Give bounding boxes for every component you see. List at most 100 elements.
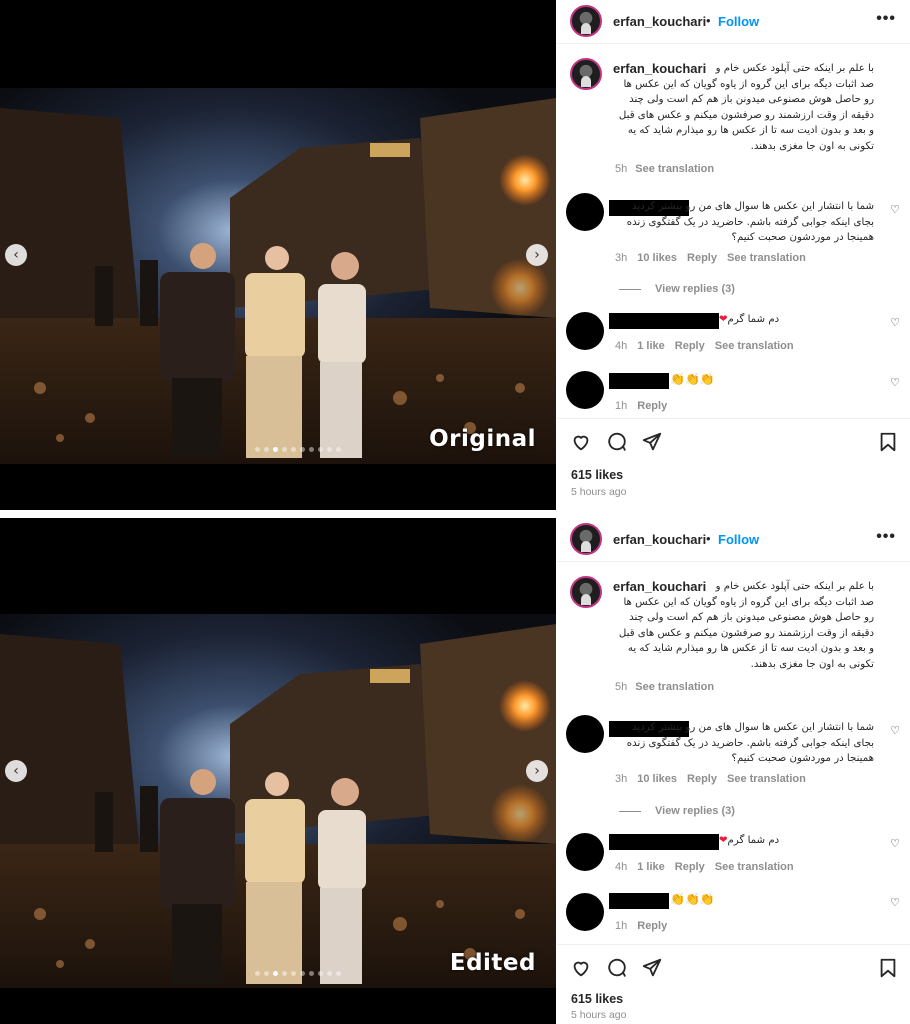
avatar[interactable] <box>566 715 604 753</box>
follow-button[interactable]: Follow <box>718 14 759 29</box>
post-actions <box>557 418 910 462</box>
comment-like-icon[interactable]: ♡ <box>890 724 900 737</box>
comment-meta: 1h Reply <box>615 920 677 932</box>
comment-time: 1h <box>615 400 628 412</box>
caption-meta: 5h See translation <box>615 681 714 693</box>
comment-likes[interactable]: 1 like <box>637 861 665 873</box>
avatar[interactable] <box>566 371 604 409</box>
post-original: Original ‹ › erfan_kouchari • Follow •••… <box>0 0 910 510</box>
avatar[interactable] <box>570 58 602 90</box>
comment-text: ❤دم شما گرم <box>719 312 779 328</box>
carousel-dot[interactable] <box>291 447 296 452</box>
carousel-dot[interactable] <box>282 971 287 976</box>
reply-button[interactable]: Reply <box>637 400 667 412</box>
carousel-dot[interactable] <box>273 971 278 976</box>
carousel-dot[interactable] <box>255 971 260 976</box>
see-translation-link[interactable]: See translation <box>715 861 794 873</box>
chevron-right-icon[interactable]: › <box>526 244 548 266</box>
caption-meta: 5h See translation <box>615 163 714 175</box>
caption-text: erfan_kouchari با علم بر اینکه حتی آپلود … <box>613 579 874 679</box>
post-panel: erfan_kouchari • Follow ••• erfan_koucha… <box>557 518 910 1024</box>
see-translation-link[interactable]: See translation <box>715 340 794 352</box>
redacted-username <box>609 313 719 329</box>
comment-likes[interactable]: 1 like <box>637 340 665 352</box>
comment-like-icon[interactable]: ♡ <box>890 203 900 216</box>
carousel-dot[interactable] <box>264 447 269 452</box>
comment-meta: 1h Reply <box>615 400 677 412</box>
carousel-dot[interactable] <box>318 447 323 452</box>
avatar[interactable] <box>566 193 604 231</box>
likes-count[interactable]: 615 likes <box>571 992 623 1006</box>
image-watermark-label: Original <box>429 426 536 452</box>
comment-time: 4h <box>615 861 628 873</box>
see-translation-link[interactable]: See translation <box>727 252 806 264</box>
post-timestamp: 5 hours ago <box>571 486 627 498</box>
header-username[interactable]: erfan_kouchari <box>613 532 706 547</box>
see-translation-link[interactable]: See translation <box>727 773 806 785</box>
caption-time: 5h <box>615 681 628 693</box>
reply-button[interactable]: Reply <box>637 920 667 932</box>
carousel-dot[interactable] <box>264 971 269 976</box>
carousel-dot[interactable] <box>318 971 323 976</box>
comment-like-icon[interactable]: ♡ <box>890 837 900 850</box>
comment-like-icon[interactable]: ♡ <box>890 376 900 389</box>
carousel-dot[interactable] <box>273 447 278 452</box>
post-panel: erfan_kouchari • Follow ••• erfan_koucha… <box>557 0 910 510</box>
heart-emoji: ❤ <box>719 314 728 325</box>
caption-text: erfan_kouchari با علم بر اینکه حتی آپلود … <box>613 61 874 161</box>
clapping-emoji: 👏👏👏 <box>670 372 715 386</box>
carousel-dot[interactable] <box>291 971 296 976</box>
comment-body: دم شما گرم <box>727 835 780 846</box>
carousel-dot[interactable] <box>282 447 287 452</box>
more-icon[interactable]: ••• <box>876 528 896 546</box>
carousel-dot[interactable] <box>300 971 305 976</box>
carousel-dot[interactable] <box>255 447 260 452</box>
avatar[interactable] <box>566 833 604 871</box>
avatar[interactable] <box>570 576 602 608</box>
comment-like-icon[interactable]: ♡ <box>890 896 900 909</box>
post-photo[interactable]: Edited <box>0 614 556 988</box>
carousel-dot[interactable] <box>336 447 341 452</box>
caption-username[interactable]: erfan_kouchari <box>613 579 706 595</box>
comment-likes[interactable]: 10 likes <box>637 773 677 785</box>
carousel-dot[interactable] <box>327 447 332 452</box>
comment-meta: 3h 10 likes Reply See translation <box>615 773 816 785</box>
follow-button[interactable]: Follow <box>718 532 759 547</box>
heart-emoji: ❤ <box>719 835 728 846</box>
view-replies-link[interactable]: View replies (3) <box>619 283 735 295</box>
carousel-dot[interactable] <box>309 971 314 976</box>
carousel-dot[interactable] <box>336 971 341 976</box>
reply-button[interactable]: Reply <box>687 773 717 785</box>
reply-button[interactable]: Reply <box>687 252 717 264</box>
caption-time: 5h <box>615 163 628 175</box>
chevron-left-icon[interactable]: ‹ <box>5 244 27 266</box>
reply-button[interactable]: Reply <box>675 861 705 873</box>
avatar[interactable] <box>566 312 604 350</box>
likes-count[interactable]: 615 likes <box>571 468 623 482</box>
see-translation-link[interactable]: See translation <box>635 163 714 175</box>
avatar[interactable] <box>570 523 602 555</box>
carousel-dot[interactable] <box>309 447 314 452</box>
header-separator: • <box>706 531 711 546</box>
carousel-dot[interactable] <box>327 971 332 976</box>
chevron-right-icon[interactable]: › <box>526 760 548 782</box>
carousel-dot[interactable] <box>300 447 305 452</box>
avatar[interactable] <box>566 893 604 931</box>
comment-meta: 4h 1 like Reply See translation <box>615 340 804 352</box>
comment-like-icon[interactable]: ♡ <box>890 316 900 329</box>
more-icon[interactable]: ••• <box>876 10 896 28</box>
image-watermark-label: Edited <box>449 950 536 976</box>
view-replies-link[interactable]: View replies (3) <box>619 805 735 817</box>
comment-likes[interactable]: 10 likes <box>637 252 677 264</box>
reply-button[interactable]: Reply <box>675 340 705 352</box>
chevron-left-icon[interactable]: ‹ <box>5 760 27 782</box>
avatar[interactable] <box>570 5 602 37</box>
redacted-username <box>609 834 719 850</box>
post-photo[interactable]: Original <box>0 88 556 464</box>
see-translation-link[interactable]: See translation <box>635 681 714 693</box>
caption-username[interactable]: erfan_kouchari <box>613 61 706 77</box>
header-username[interactable]: erfan_kouchari <box>613 14 706 29</box>
caption-body: با علم بر اینکه حتی آپلود عکس خام و صد ا… <box>618 63 874 152</box>
post-header: erfan_kouchari • Follow ••• <box>557 518 910 562</box>
comment-body: دم شما گرم <box>727 314 780 325</box>
